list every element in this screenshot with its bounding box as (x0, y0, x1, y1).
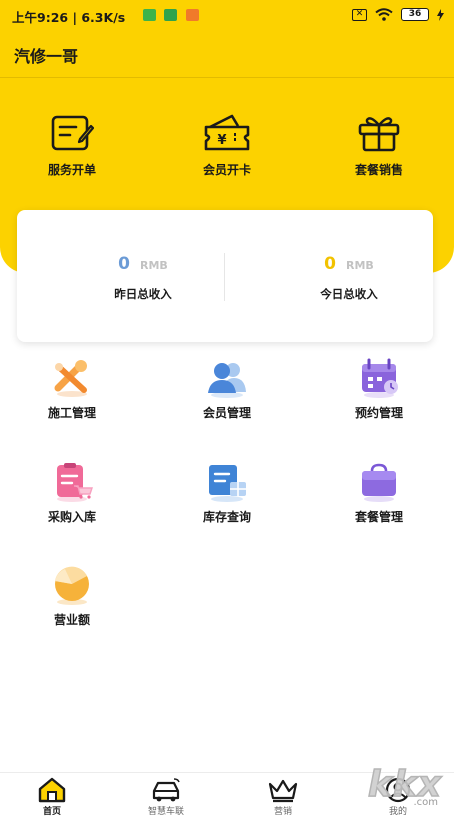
today-income-value: 0 (324, 254, 337, 274)
today-income: 0 RMB 今日总收入 (274, 254, 424, 302)
inventory-query-button[interactable]: 库存查询 (172, 462, 282, 538)
gift-icon (358, 117, 400, 152)
battery-icon: 36 (401, 8, 429, 21)
purchase-storage-label: 采购入库 (47, 510, 96, 524)
service-order-icon (51, 115, 94, 151)
package-management-label: 套餐管理 (354, 510, 403, 524)
member-card-label: 会员开卡 (202, 163, 251, 177)
crown-icon (268, 779, 298, 803)
shop-app-icon (186, 9, 199, 21)
title-divider (0, 77, 454, 78)
appointment-management-label: 预约管理 (354, 406, 403, 420)
status-time: 上午9:26 | 6.3K/s (12, 10, 126, 25)
app-title: 汽修一哥 (14, 47, 79, 66)
status-bar: 上午9:26 | 6.3K/s ✕ 36 (0, 0, 454, 30)
service-order-button[interactable]: 服务开单 (17, 113, 127, 185)
nav-home[interactable]: 首页 (12, 777, 92, 816)
income-divider (224, 253, 225, 301)
charging-icon (437, 8, 444, 21)
member-card-icon: ¥ (204, 114, 250, 151)
yesterday-income-unit: RMB (140, 259, 168, 272)
member-management-label: 会员管理 (202, 406, 251, 420)
nav-marketing[interactable]: 营销 (243, 777, 323, 816)
package-management-button[interactable]: 套餐管理 (324, 462, 434, 538)
construction-management-label: 施工管理 (47, 406, 96, 420)
nav-home-label: 首页 (42, 807, 61, 816)
wifi-icon (375, 8, 393, 21)
status-icons: ✕ 36 (352, 8, 444, 21)
members-icon (208, 363, 246, 398)
purchase-icon (57, 463, 93, 502)
service-order-label: 服务开单 (47, 163, 96, 177)
sim-icon: ✕ (352, 8, 367, 21)
today-income-label: 今日总收入 (320, 287, 378, 301)
appointment-management-button[interactable]: 预约管理 (324, 358, 434, 434)
wechat-app-icon (143, 9, 156, 21)
yesterday-income-value: 0 (118, 254, 131, 274)
inventory-icon (209, 465, 246, 502)
watermark-suffix: .com (413, 797, 438, 808)
revenue-button[interactable]: 营业额 (17, 565, 127, 641)
calendar-icon (362, 358, 398, 398)
nav-smart-car[interactable]: 智慧车联 (126, 777, 206, 816)
nav-marketing-label: 营销 (273, 807, 292, 816)
video-app-icon (164, 9, 177, 21)
package-sales-button[interactable]: 套餐销售 (324, 113, 434, 185)
revenue-label: 营业额 (53, 613, 90, 627)
car-icon (152, 778, 180, 802)
inventory-query-label: 库存查询 (202, 510, 251, 524)
nav-smart-car-label: 智慧车联 (147, 807, 184, 816)
today-income-unit: RMB (346, 259, 374, 272)
member-management-button[interactable]: 会员管理 (172, 358, 282, 434)
yesterday-income-label: 昨日总收入 (114, 287, 172, 301)
yesterday-income: 0 RMB 昨日总收入 (68, 254, 218, 302)
home-icon (38, 777, 66, 803)
member-card-button[interactable]: ¥ 会员开卡 (172, 113, 282, 185)
construction-management-button[interactable]: 施工管理 (17, 358, 127, 434)
package-icon (362, 463, 396, 502)
pie-chart-icon (55, 566, 89, 605)
wrench-icon (54, 360, 87, 397)
purchase-storage-button[interactable]: 采购入库 (17, 462, 127, 538)
svg-text:¥: ¥ (217, 133, 226, 148)
package-sales-label: 套餐销售 (354, 163, 403, 177)
income-card: 0 RMB 昨日总收入 0 RMB 今日总收入 (17, 210, 433, 342)
